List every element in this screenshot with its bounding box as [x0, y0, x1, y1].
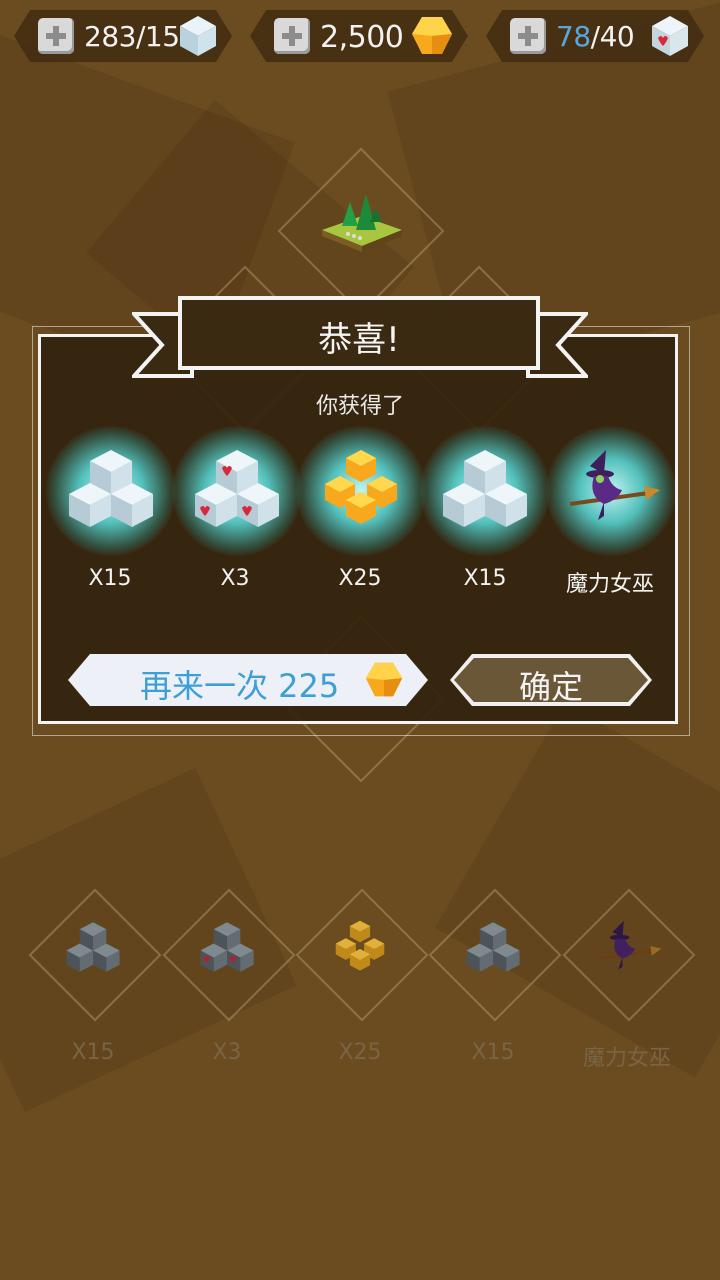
heart-cubes-icon: [195, 450, 279, 527]
dialog-title: 恭喜!: [318, 320, 400, 360]
witch-icon: [598, 920, 662, 970]
add-gold-button[interactable]: [274, 18, 310, 54]
gold-cubes-icon: [335, 920, 385, 971]
gray-cubes-icon: [66, 922, 120, 972]
gray-cubes-icon: [466, 922, 520, 972]
heart-currency-pill: 78/40: [486, 10, 704, 62]
gold-cube-icon: [364, 660, 404, 700]
retry-button[interactable]: 再来一次 225: [68, 654, 428, 706]
gold-cube-icon: [410, 14, 454, 58]
board-item-label: X3: [212, 1040, 242, 1065]
confirm-button[interactable]: 确定: [450, 654, 652, 706]
reward-label: X25: [338, 566, 382, 591]
forest-island-icon: [322, 194, 402, 252]
board-item-label: X15: [71, 1040, 115, 1065]
add-cubes-button[interactable]: [38, 18, 74, 54]
cube-count: 283/15: [84, 20, 180, 53]
silver-cube-icon: [176, 14, 220, 58]
board-item-label: X15: [471, 1040, 515, 1065]
heart-count: 78/40: [556, 20, 634, 53]
heart-count-current: 78: [556, 20, 591, 53]
confirm-button-face: 确定: [454, 658, 648, 702]
reward-label: 魔力女巫: [565, 572, 654, 597]
reward-label: X3: [220, 566, 250, 591]
gold-cubes-icon: [325, 450, 397, 524]
heart-count-max: /40: [590, 20, 635, 53]
add-hearts-button[interactable]: [510, 18, 546, 54]
silver-cubes-icon: [443, 450, 527, 527]
heart-cube-icon: [648, 14, 692, 58]
dialog-ribbon: 恭喜!: [178, 296, 540, 370]
board-item-label: X25: [338, 1040, 382, 1065]
silver-cubes-icon: [69, 450, 153, 527]
reward-label: X15: [463, 566, 507, 591]
retry-button-label: 再来一次 225: [140, 667, 340, 705]
dialog-subtitle: 你获得了: [315, 394, 404, 419]
cube-currency-pill: 283/15: [14, 10, 232, 62]
witch-icon: [569, 450, 660, 520]
heart-cubes-icon: [200, 922, 254, 972]
gold-count: 2,500: [320, 20, 404, 55]
board-item-label: 魔力女巫: [582, 1046, 671, 1071]
reward-label: X15: [88, 566, 132, 591]
gold-currency-pill: 2,500: [250, 10, 468, 62]
confirm-button-label: 确定: [518, 668, 583, 706]
